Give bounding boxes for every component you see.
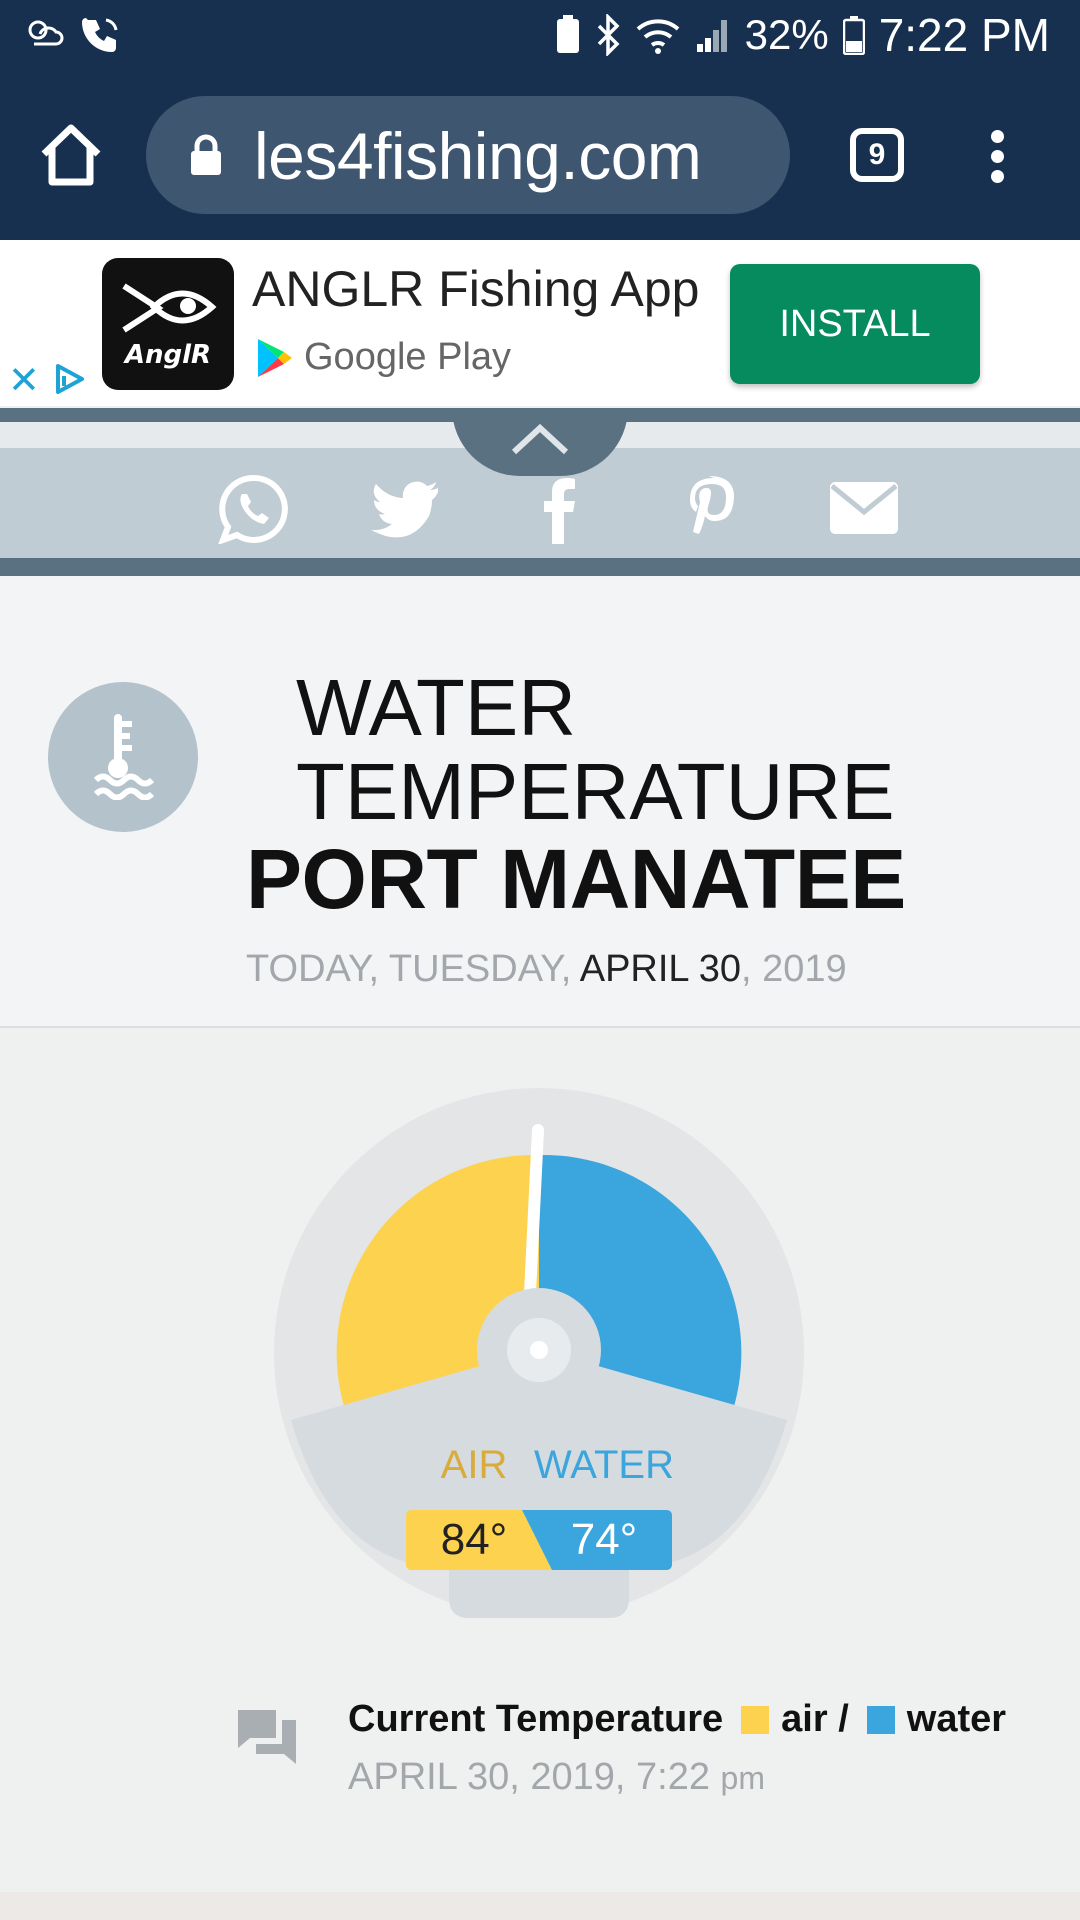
- ad-banner: ✕ AnglR ANGLR Fishing App Google Play IN…: [0, 240, 1080, 406]
- ad-close-icon[interactable]: ✕: [8, 358, 40, 403]
- air-value: 84°: [441, 1515, 508, 1564]
- date-line: TODAY, TUESDAY, APRIL 30, 2019: [246, 948, 847, 991]
- store-name: Google Play: [304, 336, 512, 378]
- google-play-icon: [258, 338, 292, 377]
- divider: [0, 558, 1080, 576]
- weather-icon: [28, 20, 64, 46]
- water-legend: water: [906, 1698, 1007, 1740]
- dot-icon: [990, 170, 1004, 183]
- water-thermometer-icon: [93, 714, 155, 800]
- wifi-icon: [636, 19, 679, 54]
- pinterest-icon[interactable]: [676, 474, 748, 544]
- dot-icon: [990, 130, 1004, 143]
- page-title-line1: WATER: [296, 663, 576, 752]
- timestamp-date: APRIL 30, 2019, 7:22: [348, 1756, 710, 1798]
- address-bar[interactable]: les4fishing.com: [146, 96, 790, 214]
- date-highlight: APRIL 30: [579, 948, 741, 990]
- store-badge: Google Play: [256, 336, 511, 379]
- signal-icon: [696, 20, 727, 52]
- mail-icon[interactable]: [828, 474, 900, 544]
- adchoices-icon[interactable]: [52, 362, 86, 396]
- date-prefix: TODAY, TUESDAY,: [246, 948, 572, 990]
- current-timestamp: APRIL 30, 2019, 7:22 pm: [348, 1756, 765, 1799]
- battery-icon: [842, 16, 865, 55]
- home-button[interactable]: [38, 122, 104, 188]
- chevron-up-icon: [511, 423, 569, 455]
- browser-toolbar: les4fishing.com 9: [0, 72, 1080, 240]
- water-swatch: [866, 1705, 895, 1734]
- water-value: 74°: [571, 1515, 638, 1564]
- page-title-line2: TEMPERATURE: [296, 747, 895, 836]
- dot-icon: [990, 150, 1004, 163]
- page-header: WATER TEMPERATURE PORT MANATEE TODAY, TU…: [0, 576, 1080, 1028]
- timestamp-ampm: pm: [720, 1760, 765, 1796]
- tab-switcher-button[interactable]: 9: [850, 128, 904, 182]
- bluetooth-icon: [597, 14, 620, 56]
- wifi-calling-icon: [82, 18, 118, 52]
- overflow-menu-button[interactable]: [982, 130, 1012, 186]
- home-icon: [41, 124, 101, 186]
- air-legend: air /: [781, 1698, 849, 1740]
- twitter-icon[interactable]: [370, 474, 442, 544]
- clock: 7:22 PM: [878, 9, 1050, 61]
- current-temperature-legend: Current Temperature air / water: [348, 1698, 1006, 1741]
- whatsapp-icon[interactable]: [218, 474, 290, 544]
- saver-icon: [556, 15, 579, 53]
- current-label: Current Temperature: [348, 1698, 724, 1740]
- app-logo-text: AnglR: [124, 340, 212, 370]
- thermometer-badge: [48, 682, 198, 832]
- divider: [0, 1892, 1080, 1920]
- battery-percent: 32%: [744, 11, 829, 58]
- gauge-hub-dot: [530, 1341, 548, 1359]
- comment-icon: [238, 1710, 296, 1764]
- fish-logo-icon: [122, 283, 217, 333]
- status-bar: 32% 7:22 PM: [0, 0, 1080, 72]
- water-label: WATER: [534, 1443, 674, 1487]
- temperature-gauge: AIR WATER 84° 74°: [274, 1088, 804, 1618]
- lock-icon: [191, 134, 221, 175]
- air-swatch: [741, 1705, 770, 1734]
- ad-title[interactable]: ANGLR Fishing App: [252, 260, 699, 318]
- date-suffix: , 2019: [740, 948, 847, 990]
- app-logo[interactable]: AnglR: [102, 258, 234, 390]
- install-button[interactable]: INSTALL: [730, 264, 980, 384]
- facebook-icon[interactable]: [522, 474, 594, 544]
- url-text: les4fishing.com: [254, 119, 702, 193]
- air-label: AIR: [441, 1443, 508, 1487]
- location-title: PORT MANATEE: [246, 832, 906, 926]
- gauge-needle: [524, 1124, 544, 1299]
